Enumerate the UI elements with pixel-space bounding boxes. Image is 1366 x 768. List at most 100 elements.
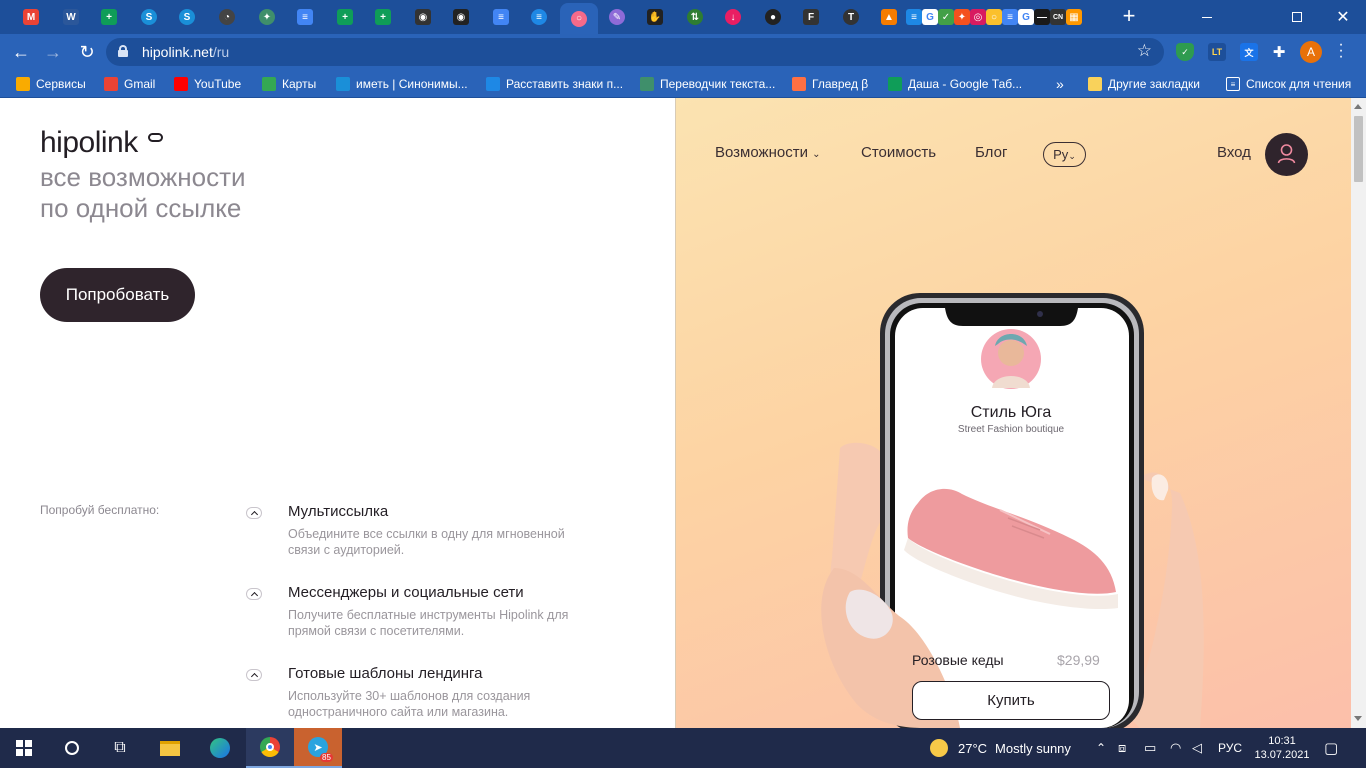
browser-tab[interactable]: ≡: [482, 4, 520, 30]
browser-tab[interactable]: M: [12, 4, 50, 30]
browser-tab[interactable]: F: [792, 4, 830, 30]
tray-chevron-up-icon[interactable]: ⌃: [1096, 728, 1106, 768]
browser-tab[interactable]: ↓: [714, 4, 752, 30]
browser-tab[interactable]: ≡: [520, 4, 558, 30]
bookmark-label: Карты: [282, 77, 317, 91]
sheets-icon: +: [101, 9, 117, 25]
windows-start-icon[interactable]: [0, 728, 48, 768]
browser-tab[interactable]: S: [130, 4, 168, 30]
edge-icon[interactable]: [196, 728, 244, 768]
browser-tab[interactable]: ▲: [870, 4, 908, 30]
browser-tab[interactable]: ✎: [598, 4, 636, 30]
tab-strip: + ✕ M W + S S ◔ ✦ ≡ + + ◉ ◉ ≡ ≡ ○ ✎ ✋ ⇅ ↓ ● F T ▲ ≡ G ✓ ✦ ◎ ○ ≡ G — CN ▦: [0, 0, 1366, 34]
dash-icon[interactable]: —: [1034, 9, 1050, 25]
browser-menu-icon[interactable]: · · ·: [1336, 37, 1346, 65]
browser-tab[interactable]: W: [52, 4, 90, 30]
chrome-taskbar-icon[interactable]: [246, 728, 294, 768]
hipolink-icon: ○: [571, 10, 587, 27]
google-icon[interactable]: G: [1018, 9, 1034, 25]
gmail-icon: M: [23, 9, 39, 25]
shield-icon[interactable]: ✓: [1176, 43, 1194, 61]
battery-icon[interactable]: ▭: [1144, 728, 1156, 768]
bookmark-item[interactable]: Переводчик текста...: [640, 76, 775, 92]
bookmark-item[interactable]: иметь | Синонимы...: [336, 76, 468, 92]
clock-time: 10:31: [1268, 735, 1296, 747]
weather-widget[interactable]: 27°C Mostly sunny: [930, 728, 1071, 768]
scroll-down-icon[interactable]: [1354, 716, 1362, 721]
puzzle-icon[interactable]: ✦: [954, 9, 970, 25]
forward-button[interactable]: →: [40, 40, 66, 64]
bookmark-item[interactable]: Карты: [262, 76, 316, 92]
bookmark-item[interactable]: Расставить знаки п...: [486, 76, 623, 92]
maps-pin-icon: [262, 77, 276, 91]
file-explorer-icon[interactable]: [146, 728, 194, 768]
leaf-icon[interactable]: ✓: [938, 9, 954, 25]
browser-tab[interactable]: +: [364, 4, 402, 30]
browser-tab[interactable]: ○: [560, 3, 598, 34]
address-bar[interactable]: hipolink.net/ru ☆: [106, 38, 1164, 66]
sheets-icon: +: [337, 9, 353, 25]
notification-icon[interactable]: ▢: [1324, 728, 1338, 768]
link-icon: ✎: [609, 9, 625, 25]
folder-icon: [1088, 77, 1102, 91]
browser-tab[interactable]: ◉: [442, 4, 480, 30]
bookmark-item[interactable]: YouTube: [174, 76, 241, 92]
browser-tab[interactable]: ◉: [404, 4, 442, 30]
bookmark-star-icon[interactable]: ☆: [1137, 41, 1152, 61]
bookmark-item[interactable]: Главред β: [792, 76, 868, 92]
instagram-icon[interactable]: ◎: [970, 9, 986, 25]
input-language[interactable]: РУС: [1218, 728, 1242, 768]
bookmark-item[interactable]: Даша - Google Таб...: [888, 76, 1022, 92]
browser-tab[interactable]: ✦: [248, 4, 286, 30]
bookmark-item[interactable]: Gmail: [104, 76, 155, 92]
arrows-icon: ⇅: [687, 9, 703, 25]
scroll-up-icon[interactable]: [1354, 104, 1362, 109]
list-icon[interactable]: ≡: [906, 9, 922, 25]
google-icon[interactable]: G: [922, 9, 938, 25]
docs-icon[interactable]: ≡: [1002, 9, 1018, 25]
chevron-more-bookmarks-icon[interactable]: »: [1056, 76, 1064, 92]
browser-tab[interactable]: +: [326, 4, 364, 30]
reload-button[interactable]: ↻: [74, 40, 100, 64]
browser-tab[interactable]: S: [168, 4, 206, 30]
browser-tab[interactable]: T: [832, 4, 870, 30]
profile-avatar[interactable]: A: [1300, 41, 1322, 63]
close-icon[interactable]: ✕: [1320, 0, 1366, 34]
triangle-icon: ▲: [881, 9, 897, 25]
product-name: Розовые кеды: [912, 652, 1004, 668]
browser-tab[interactable]: ◔: [208, 4, 246, 30]
url-text[interactable]: hipolink.net/ru: [142, 44, 229, 60]
clock[interactable]: 10:31 13.07.2021: [1252, 728, 1312, 768]
page-scrollbar[interactable]: [1351, 98, 1366, 728]
browser-tab[interactable]: ⇅: [676, 4, 714, 30]
extensions-puzzle-icon[interactable]: ✚: [1270, 43, 1288, 61]
buy-button[interactable]: Купить: [912, 681, 1110, 720]
tray-app-icon[interactable]: ⧈: [1118, 728, 1126, 768]
browser-tab[interactable]: ≡: [286, 4, 324, 30]
translate-icon[interactable]: 文: [1240, 43, 1258, 61]
cn-icon[interactable]: CN: [1050, 9, 1066, 25]
minimize-icon[interactable]: [1184, 0, 1230, 34]
scroll-thumb[interactable]: [1354, 116, 1363, 182]
wifi-icon[interactable]: ◠: [1170, 728, 1181, 768]
ring-icon[interactable]: ○: [986, 9, 1002, 25]
bookmark-item[interactable]: Сервисы: [16, 76, 86, 92]
synonym-icon: [336, 77, 350, 91]
reading-list[interactable]: ≡ Список для чтения: [1226, 76, 1351, 92]
eye-icon: ◉: [453, 9, 469, 25]
search-icon[interactable]: [48, 728, 96, 768]
browser-tab[interactable]: +: [90, 4, 128, 30]
browser-tab[interactable]: ✋: [636, 4, 674, 30]
other-bookmarks[interactable]: Другие закладки: [1088, 76, 1200, 92]
task-view-icon[interactable]: ⧉: [96, 728, 144, 768]
restore-icon[interactable]: [1274, 0, 1320, 34]
volume-icon[interactable]: ◁: [1192, 728, 1202, 768]
back-button[interactable]: ←: [8, 40, 34, 64]
windows-icon[interactable]: ▦: [1066, 9, 1082, 25]
docs-icon: ≡: [493, 9, 509, 25]
lock-icon[interactable]: [118, 45, 128, 57]
browser-tab[interactable]: ●: [754, 4, 792, 30]
languagetool-icon[interactable]: LT: [1208, 43, 1226, 61]
new-tab-button[interactable]: +: [1118, 5, 1140, 28]
telegram-taskbar-icon[interactable]: ➤ 85: [294, 728, 342, 768]
